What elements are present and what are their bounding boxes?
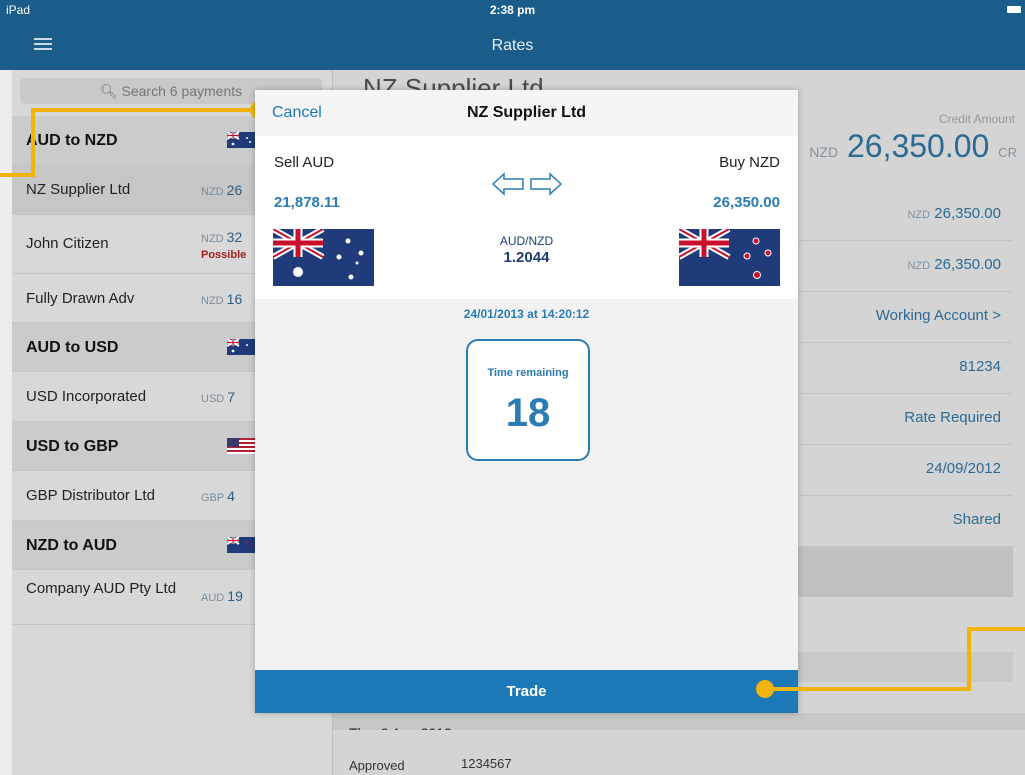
modal-title: NZ Supplier Ltd bbox=[466, 104, 587, 121]
new-zealand-flag-icon bbox=[227, 537, 255, 553]
sell-label: Sell AUD bbox=[274, 154, 335, 171]
callout-line bbox=[31, 108, 35, 177]
timer-value: 18 bbox=[505, 391, 551, 435]
quote-timestamp: 24/01/2013 at 14:20:12 bbox=[463, 307, 590, 321]
new-zealand-flag-icon bbox=[679, 229, 780, 286]
warning-badge: Possible bbox=[201, 249, 247, 261]
trade-button[interactable]: Trade bbox=[255, 670, 798, 713]
australia-flag-icon bbox=[227, 132, 255, 148]
modal-header: Cancel NZ Supplier Ltd bbox=[255, 90, 798, 137]
timer-label: Time remaining bbox=[487, 367, 569, 379]
australia-flag-icon bbox=[227, 339, 255, 355]
battery-icon bbox=[1007, 6, 1021, 13]
callout-line bbox=[765, 687, 971, 691]
clock: 2:38 pm bbox=[489, 3, 536, 17]
callout-line bbox=[31, 108, 256, 112]
swap-arrows-icon[interactable] bbox=[490, 172, 564, 196]
sell-amount: 21,878.11 bbox=[274, 194, 340, 211]
usa-flag-icon bbox=[227, 438, 255, 454]
status-bar: iPad 2:38 pm bbox=[0, 0, 1025, 20]
callout-line bbox=[967, 627, 1025, 631]
exchange-panel: Sell AUD Buy NZD 21,878.11 26,350.00 AUD… bbox=[255, 136, 798, 299]
credit-amount-label: Credit Amount bbox=[938, 112, 1015, 126]
rate-quote-modal: Cancel NZ Supplier Ltd Sell AUD Buy NZD … bbox=[255, 90, 798, 713]
history-row: Approved 1234567 bbox=[333, 730, 1025, 773]
hamburger-menu-icon[interactable] bbox=[34, 38, 52, 50]
app-frame: iPad 2:38 pm Rates 🔍︎ Search 6 payments … bbox=[0, 0, 1025, 775]
callout-line bbox=[967, 627, 971, 691]
nav-title: Rates bbox=[491, 37, 534, 54]
credit-amount: NZD 26,350.00 CR bbox=[809, 128, 1017, 164]
nav-bar: Rates bbox=[0, 20, 1025, 70]
callout-line bbox=[0, 173, 35, 177]
countdown-timer: Time remaining 18 bbox=[466, 339, 590, 461]
buy-label: Buy NZD bbox=[719, 154, 780, 171]
buy-amount: 26,350.00 bbox=[713, 194, 780, 211]
